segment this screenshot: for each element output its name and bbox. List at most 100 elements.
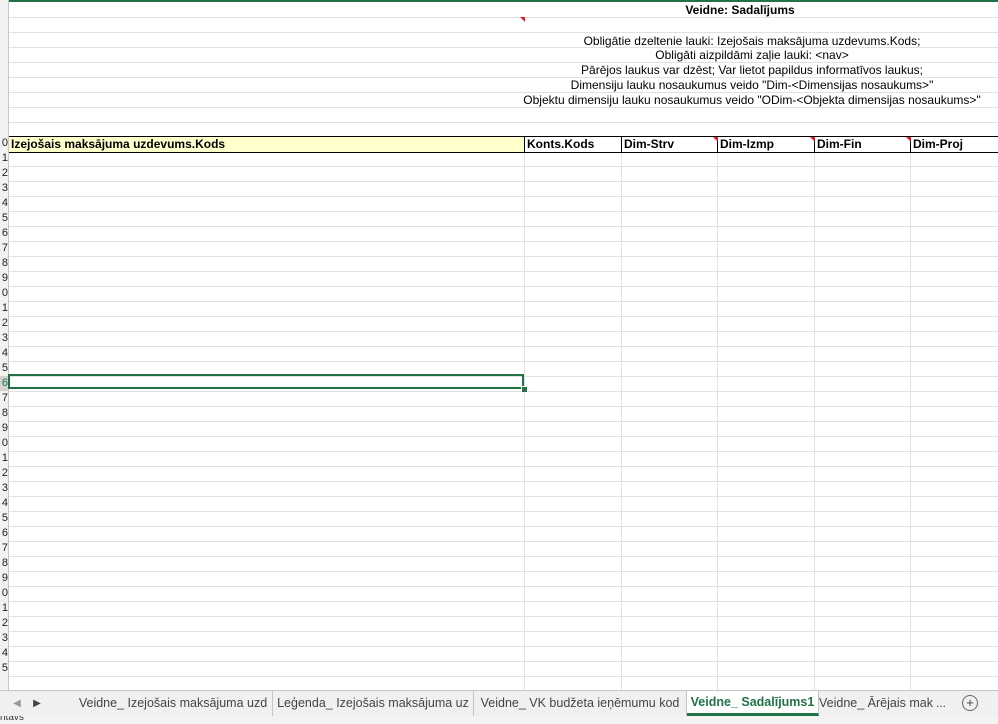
sheet-tab[interactable]: Veidne_ Ārējais mak (819, 691, 933, 716)
row-number[interactable]: 3 (0, 331, 8, 346)
gridline (9, 196, 998, 197)
gridline (9, 406, 998, 407)
row-number[interactable]: 3 (0, 181, 8, 196)
row-number[interactable]: 4 (0, 646, 8, 661)
template-title[interactable]: Veidne: Sadalījums (620, 3, 860, 18)
row-number[interactable]: 2 (0, 616, 8, 631)
gridline (9, 316, 998, 317)
active-cell[interactable] (8, 374, 524, 389)
column-divider (910, 151, 911, 690)
row-number[interactable]: 5 (0, 211, 8, 226)
fill-handle[interactable] (521, 386, 528, 393)
row-number[interactable]: 8 (0, 256, 8, 271)
gridline (9, 661, 998, 662)
row-number[interactable]: 9 (0, 271, 8, 286)
row-number[interactable]: 9 (0, 571, 8, 586)
spreadsheet-grid[interactable]: 0 1 2 3 4 5 6 7 8 9 0 1 2 3 4 5 6 7 8 9 … (0, 0, 998, 690)
info-line[interactable]: Objektu dimensiju lauku nosaukumus veido… (480, 93, 998, 108)
gridline (9, 241, 998, 242)
comment-indicator[interactable] (906, 137, 911, 142)
row-number[interactable]: 8 (0, 556, 8, 571)
row-headers[interactable]: 0 1 2 3 4 5 6 7 8 9 0 1 2 3 4 5 6 7 8 9 … (0, 0, 9, 690)
header-cell-dim-proj[interactable]: Dim-Proj (911, 137, 998, 152)
add-sheet-icon[interactable]: + (962, 695, 978, 711)
sheet-top-border (9, 0, 998, 2)
sheet-tab-active[interactable]: Veidne_ Sadalījums1 (687, 691, 819, 716)
row-number[interactable]: 0 (0, 586, 8, 601)
more-tabs-button[interactable]: ... (936, 691, 946, 716)
gridline (9, 286, 998, 287)
info-line[interactable]: Obligātie dzeltenie lauki: Izejošais mak… (480, 34, 998, 49)
gridline (9, 571, 998, 572)
column-divider (717, 151, 718, 690)
row-number[interactable]: 3 (0, 631, 8, 646)
row-number[interactable]: 6 (0, 526, 8, 541)
info-line[interactable]: Obligāti aizpildāmi zaļie lauki: <nav> (480, 48, 998, 63)
info-line[interactable]: Dimensiju lauku nosaukumus veido "Dim-<D… (480, 78, 998, 93)
gridline (9, 676, 998, 677)
gridline (9, 496, 998, 497)
column-divider (621, 151, 622, 690)
row-number[interactable]: 5 (0, 361, 8, 376)
gridline (9, 122, 998, 123)
gridline (9, 526, 998, 527)
gridline (9, 466, 998, 467)
gridline (9, 32, 998, 33)
header-cell-account-code[interactable]: Konts.Kods (525, 137, 622, 152)
header-cell-payment-code[interactable]: Izejošais maksājuma uzdevums.Kods (9, 137, 525, 152)
header-cell-dim-strv[interactable]: Dim-Strv (622, 137, 718, 152)
row-number[interactable]: 4 (0, 196, 8, 211)
row-number[interactable]: 0 (0, 286, 8, 301)
gridline (9, 586, 998, 587)
comment-indicator[interactable] (520, 17, 525, 22)
sheet-tab[interactable]: Veidne_ VK budžeta ieņēmumu kod (474, 691, 687, 716)
gridline (9, 256, 998, 257)
row-number[interactable]: 0 (0, 136, 8, 151)
row-number[interactable]: 1 (0, 451, 8, 466)
row-number[interactable]: 4 (0, 346, 8, 361)
row-number[interactable]: 5 (0, 511, 8, 526)
row-number[interactable]: 3 (0, 481, 8, 496)
gridline (9, 226, 998, 227)
gridline (9, 556, 998, 557)
column-header-row: Izejošais maksājuma uzdevums.Kods Konts.… (9, 136, 998, 153)
sheet-tab[interactable]: Leģenda_ Izejošais maksājuma uz (273, 691, 474, 716)
tab-scroll-left-icon[interactable]: ◀ (8, 691, 26, 717)
header-cell-dim-fin[interactable]: Dim-Fin (815, 137, 911, 152)
comment-indicator[interactable] (713, 137, 718, 142)
header-cell-dim-izmp[interactable]: Dim-Izmp (718, 137, 815, 152)
row-number[interactable]: 2 (0, 466, 8, 481)
row-number[interactable]: 7 (0, 541, 8, 556)
row-number[interactable]: 2 (0, 166, 8, 181)
gridline (9, 601, 998, 602)
sheet-tab[interactable]: Veidne_ Izejošais maksājuma uzd (74, 691, 273, 716)
gridline (9, 331, 998, 332)
gridline (9, 391, 998, 392)
row-number[interactable]: 7 (0, 241, 8, 256)
gridline (9, 421, 998, 422)
gridline (9, 481, 998, 482)
row-number[interactable]: 1 (0, 151, 8, 166)
row-number[interactable]: 5 (0, 661, 8, 676)
info-line[interactable]: Pārējos laukus var dzēst; Var lietot pap… (480, 63, 998, 78)
row-number[interactable]: 1 (0, 301, 8, 316)
row-number[interactable]: 9 (0, 421, 8, 436)
gridline (9, 346, 998, 347)
gridline (9, 616, 998, 617)
row-number[interactable]: 0 (0, 436, 8, 451)
row-number[interactable]: 7 (0, 391, 8, 406)
gridline (9, 511, 998, 512)
row-number[interactable]: 2 (0, 316, 8, 331)
row-number[interactable]: 1 (0, 601, 8, 616)
gridline (9, 451, 998, 452)
gridline (9, 436, 998, 437)
comment-indicator[interactable] (810, 137, 815, 142)
gridline (9, 166, 998, 167)
gridline (9, 211, 998, 212)
gridline (9, 181, 998, 182)
row-number[interactable]: 8 (0, 406, 8, 421)
tab-scroll-right-icon[interactable]: ▶ (28, 691, 46, 717)
row-number[interactable]: 4 (0, 496, 8, 511)
column-divider (814, 151, 815, 690)
row-number[interactable]: 6 (0, 226, 8, 241)
